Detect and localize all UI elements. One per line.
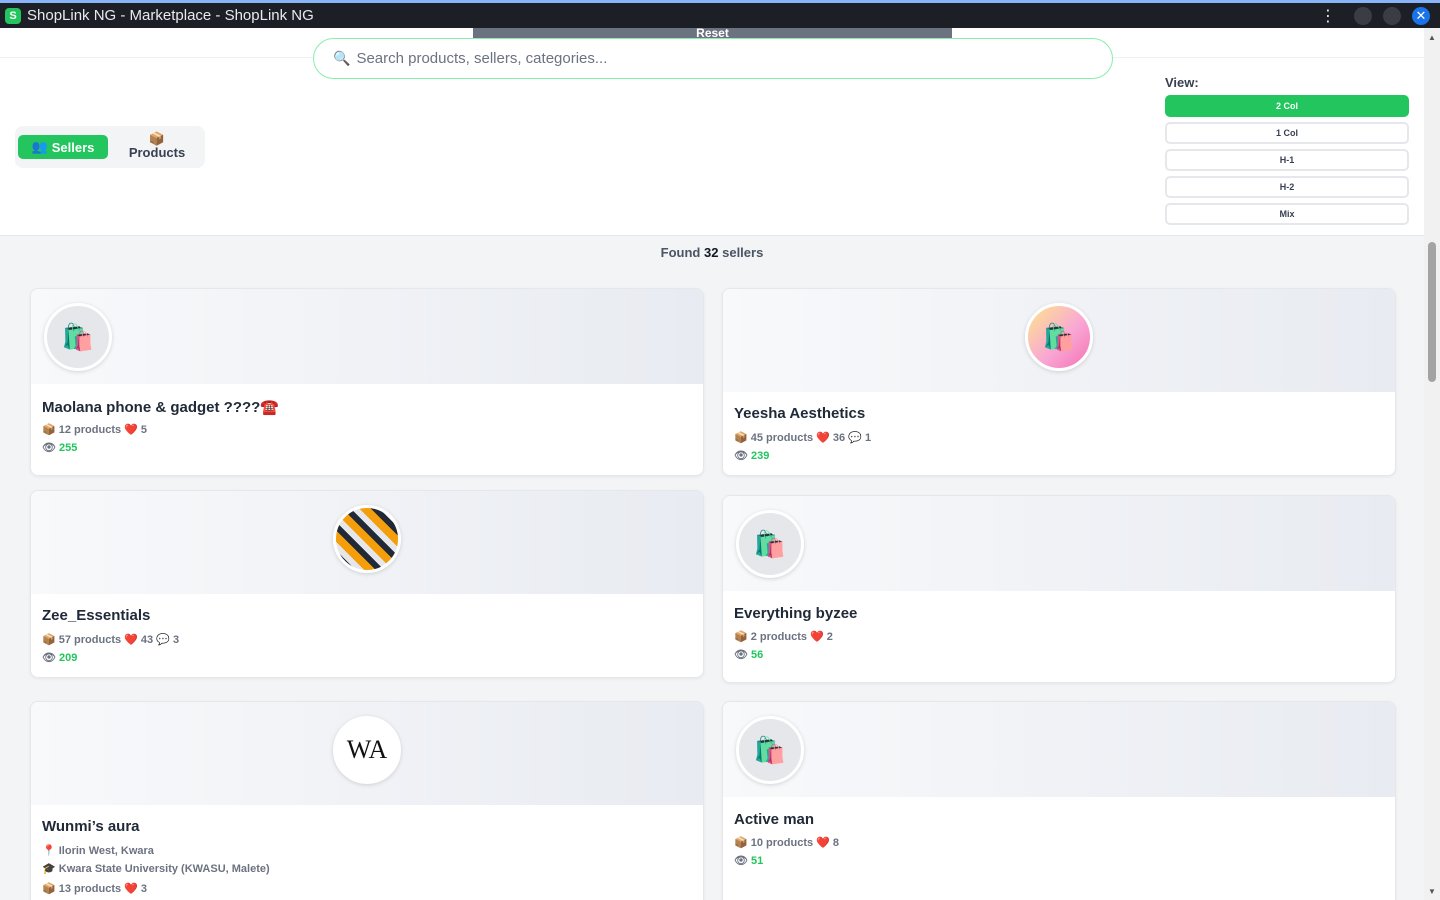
eye-icon: 👁 xyxy=(734,450,748,462)
close-icon: ✕ xyxy=(1415,7,1427,23)
eye-icon: 👁 xyxy=(42,442,56,454)
shoplink-logo-icon: S xyxy=(5,7,21,24)
window-title: ShopLink NG - Marketplace - ShopLink NG xyxy=(27,7,314,24)
seller-school: 🎓 Kwara State University (KWASU, Malete) xyxy=(42,863,270,875)
seller-stats: 📦 10 products ❤️ 8 xyxy=(734,837,840,849)
yeesha-logo: 🛍️ xyxy=(1025,303,1093,371)
seller-stats: 📦 13 products ❤️ 3 xyxy=(42,883,148,895)
products-tab-label: Products xyxy=(128,145,186,160)
eye-icon: 👁 xyxy=(734,649,748,661)
seller-card[interactable]: 🛍️ Maolana phone & gadget ????☎️ 📦 12 pr… xyxy=(30,288,704,476)
seller-name: Yeesha Aesthetics xyxy=(734,405,866,422)
search-icon: 🔍 xyxy=(333,50,351,66)
seller-card[interactable]: Zee_Essentials 📦 57 products ❤️ 43 💬 3 👁… xyxy=(30,490,704,678)
product-photo xyxy=(333,505,401,573)
view-label: View: xyxy=(1165,75,1199,90)
people-icon: 👥 xyxy=(31,139,48,154)
marketplace-header: Reset 🔍 👥 Sellers 📦 Products View: 2 Col… xyxy=(0,28,1424,236)
shopping-bags-icon: 🛍️ xyxy=(736,716,804,784)
maximize-button[interactable] xyxy=(1383,6,1401,25)
seller-stats: 📦 12 products ❤️ 5 xyxy=(42,424,148,436)
search-input[interactable] xyxy=(356,50,1057,67)
view-option-h-2[interactable]: H-2 xyxy=(1165,176,1409,198)
minimize-button[interactable] xyxy=(1354,6,1372,25)
view-option-mix[interactable]: Mix xyxy=(1165,203,1409,225)
more-options-icon[interactable]: ⋮ xyxy=(1318,6,1338,26)
seller-card[interactable]: 🛍️ Everything byzee 📦 2 products ❤️ 2 👁 … xyxy=(722,495,1396,683)
seller-card[interactable]: WA Wunmi’s aura 📍 Ilorin West, Kwara 🎓 K… xyxy=(30,701,704,900)
seller-stats: 📦 2 products ❤️ 2 xyxy=(734,631,833,643)
card-banner xyxy=(31,289,703,384)
reset-button[interactable]: Reset xyxy=(473,28,952,39)
seller-name: Zee_Essentials xyxy=(42,607,151,624)
close-button[interactable]: ✕ xyxy=(1412,6,1430,25)
scroll-down-icon[interactable]: ▼ xyxy=(1424,884,1440,898)
products-tab[interactable]: 📦 Products xyxy=(120,132,194,162)
sellers-tab-label: Sellers xyxy=(51,139,95,155)
view-option-h-1[interactable]: H-1 xyxy=(1165,149,1409,171)
search-bar[interactable]: 🔍 xyxy=(313,38,1113,79)
card-banner xyxy=(723,702,1395,797)
package-icon: 📦 xyxy=(148,131,166,146)
seller-location: 📍 Ilorin West, Kwara xyxy=(42,845,154,857)
seller-stats: 📦 45 products ❤️ 36 💬 1 xyxy=(734,432,872,444)
eye-icon: 👁 xyxy=(42,652,56,664)
seller-views: 👁 209 xyxy=(42,652,78,664)
window-titlebar: S ShopLink NG - Marketplace - ShopLink N… xyxy=(0,0,1440,28)
page-viewport: Reset 🔍 👥 Sellers 📦 Products View: 2 Col… xyxy=(0,28,1424,900)
seller-card[interactable]: 🛍️ Yeesha Aesthetics 📦 45 products ❤️ 36… xyxy=(722,288,1396,476)
page-scrollbar[interactable]: ▲ ▼ xyxy=(1424,28,1440,900)
seller-name: Maolana phone & gadget ????☎️ xyxy=(42,399,280,416)
seller-views: 👁 56 xyxy=(734,649,764,661)
eye-icon: 👁 xyxy=(734,855,748,867)
seller-views: 👁 255 xyxy=(42,442,78,454)
seller-name: Everything byzee xyxy=(734,605,858,622)
shopping-bags-icon: 🛍️ xyxy=(736,510,804,578)
seller-views: 👁 239 xyxy=(734,450,770,462)
seller-count: 32 xyxy=(704,245,719,260)
seller-stats: 📦 57 products ❤️ 43 💬 3 xyxy=(42,634,180,646)
wa-logo: WA xyxy=(333,716,401,784)
view-option-1-col[interactable]: 1 Col xyxy=(1165,122,1409,144)
scroll-up-icon[interactable]: ▲ xyxy=(1424,30,1440,44)
shopping-bags-icon: 🛍️ xyxy=(44,303,112,371)
mode-toggle: 👥 Sellers 📦 Products xyxy=(15,126,205,168)
results-count: Found 32 sellers xyxy=(660,245,764,260)
seller-card[interactable]: 🛍️ Active man 📦 10 products ❤️ 8 👁 51 xyxy=(722,701,1396,900)
scroll-thumb[interactable] xyxy=(1428,242,1436,382)
sellers-tab[interactable]: 👥 Sellers xyxy=(18,135,108,159)
view-option-2-col[interactable]: 2 Col xyxy=(1165,95,1409,117)
seller-name: Wunmi’s aura xyxy=(42,818,140,835)
seller-name: Active man xyxy=(734,811,815,828)
seller-views: 👁 51 xyxy=(734,855,764,867)
card-banner xyxy=(723,496,1395,591)
